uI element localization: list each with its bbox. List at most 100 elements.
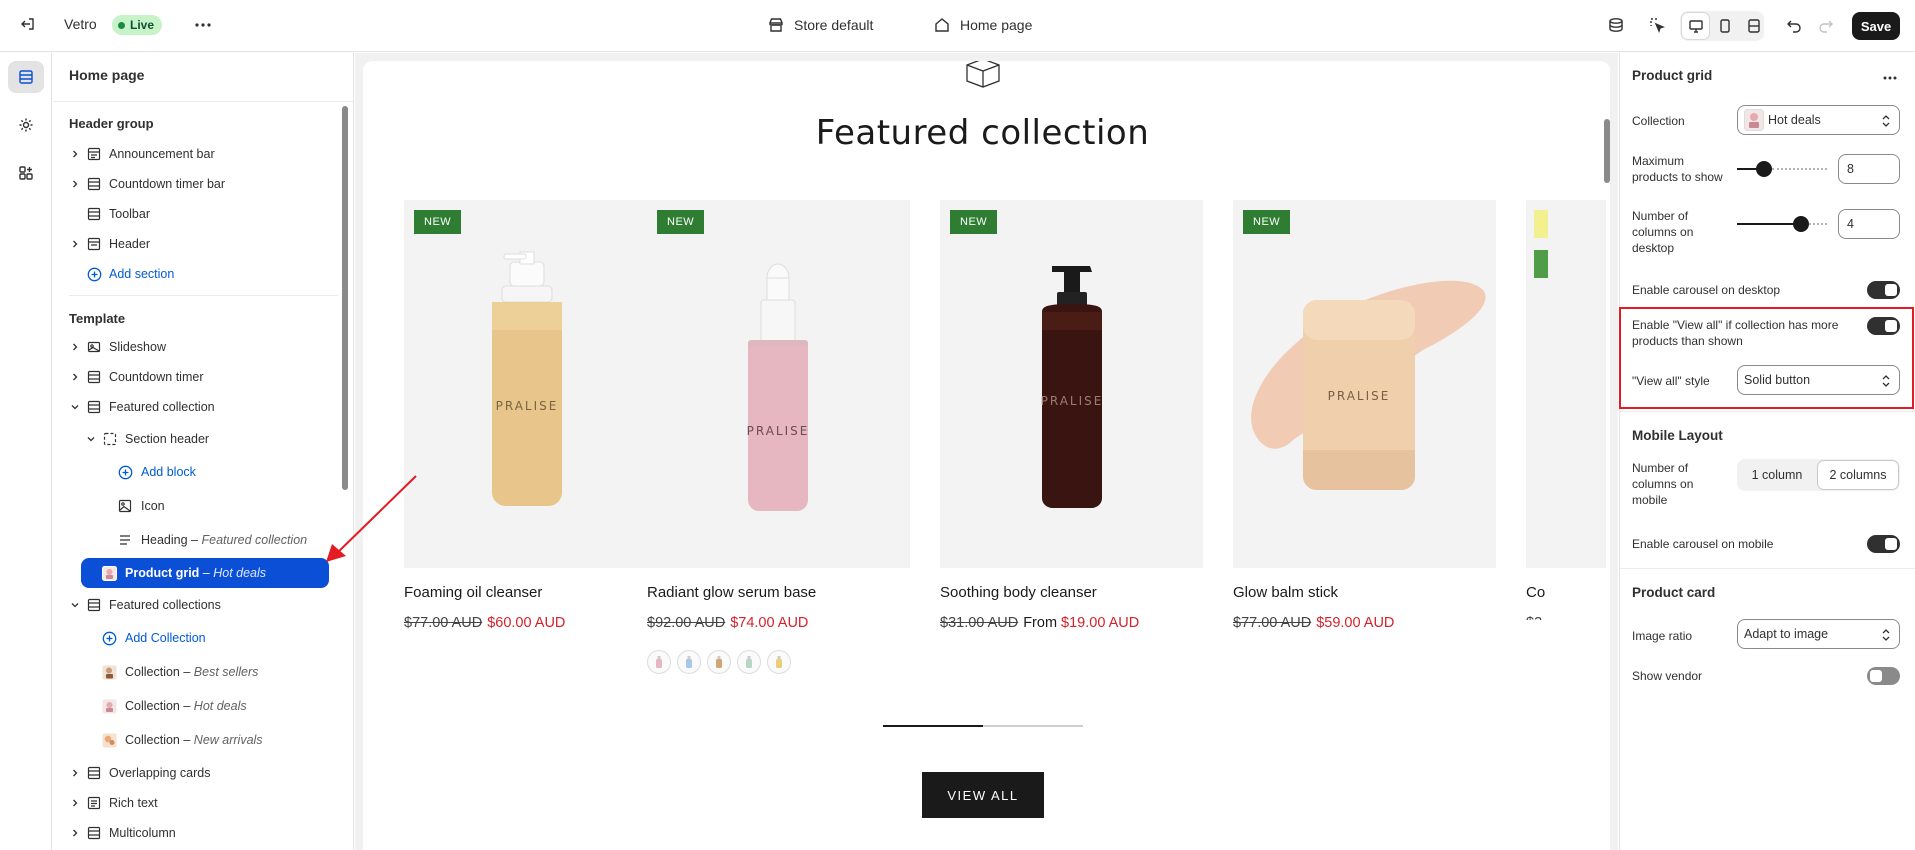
product-price: $77.00 AUD $60.00 AUD: [404, 615, 565, 631]
columns-mobile-option-1[interactable]: 1 column: [1739, 461, 1815, 489]
chevron-right-icon[interactable]: [69, 238, 81, 250]
inspector-cursor-icon[interactable]: [1646, 14, 1668, 36]
sidebar-item-collection-hot-deals[interactable]: Collection – Hot deals: [53, 693, 343, 719]
chevron-down-icon[interactable]: [69, 401, 81, 413]
exit-icon[interactable]: [18, 14, 38, 34]
store-icon: [769, 18, 783, 32]
mobile-icon[interactable]: [1715, 16, 1735, 36]
sidebar-item-multicolumn[interactable]: Multicolumn: [53, 820, 343, 846]
sidebar-item-featured-collection[interactable]: Featured collection: [53, 394, 343, 420]
live-status-badge: Live: [112, 15, 163, 35]
columns-desktop-input[interactable]: 4: [1838, 209, 1900, 239]
columns-mobile-option-2[interactable]: 2 columns: [1818, 461, 1898, 489]
section-icon: [86, 369, 102, 385]
view-all-button[interactable]: VIEW ALL: [922, 772, 1044, 818]
chevron-right-icon[interactable]: [69, 371, 81, 383]
swatch-thumbnail[interactable]: [677, 650, 701, 674]
sidebar-item-toolbar[interactable]: Toolbar: [53, 201, 343, 227]
product-name[interactable]: Soothing body cleanser: [940, 584, 1097, 601]
swatch-thumbnail[interactable]: [767, 650, 791, 674]
sidebar-item-overlapping-cards[interactable]: Overlapping cards: [53, 760, 343, 786]
carousel-progress[interactable]: [883, 725, 1083, 727]
theme-selector[interactable]: Store default: [768, 14, 873, 36]
swatch-thumbnail[interactable]: [737, 650, 761, 674]
product-name[interactable]: Co: [1526, 584, 1545, 601]
sidebar-item-collection-new-arrivals[interactable]: Collection – New arrivals: [53, 727, 343, 753]
chevron-right-icon[interactable]: [69, 827, 81, 839]
desktop-icon[interactable]: [1686, 16, 1706, 36]
sidebar-item-announcement-bar[interactable]: Announcement bar: [53, 141, 343, 167]
chevron-right-icon[interactable]: [69, 178, 81, 190]
product-image[interactable]: PRALISE NEW: [647, 200, 910, 568]
show-vendor-toggle[interactable]: [1867, 667, 1900, 685]
swatch-thumbnail[interactable]: [647, 650, 671, 674]
image-fragment: [1534, 210, 1548, 238]
product-name[interactable]: Radiant glow serum base: [647, 584, 816, 601]
sidebar-item-featured-collections[interactable]: Featured collections: [53, 592, 343, 618]
preview-scrollbar[interactable]: [1604, 119, 1610, 183]
product-image[interactable]: PRALISE NEW: [404, 200, 667, 568]
product-image[interactable]: [1526, 200, 1606, 568]
carousel-mobile-toggle[interactable]: [1867, 535, 1900, 553]
database-icon[interactable]: [1605, 14, 1627, 36]
chevron-right-icon[interactable]: [69, 148, 81, 160]
chevron-right-icon[interactable]: [69, 767, 81, 779]
sidebar-item-label: Slideshow: [109, 340, 166, 354]
swatch-thumbnail[interactable]: [707, 650, 731, 674]
more-icon[interactable]: [192, 14, 214, 36]
carousel-desktop-toggle[interactable]: [1867, 281, 1900, 299]
sidebar-item-heading-block[interactable]: Heading – Featured collection: [53, 527, 343, 553]
slider-thumb[interactable]: [1793, 216, 1809, 232]
view-all-toggle[interactable]: [1867, 317, 1900, 335]
sidebar-scrollbar[interactable]: [342, 106, 348, 490]
product-name[interactable]: Foaming oil cleanser: [404, 584, 542, 601]
divider: [1620, 411, 1915, 412]
sidebar-item-label: Multicolumn: [109, 826, 176, 840]
sidebar-item-label: Featured collection: [109, 400, 215, 414]
sidebar-item-countdown-timer-bar[interactable]: Countdown timer bar: [53, 171, 343, 197]
sidebar-item-label: Collection – Best sellers: [125, 665, 258, 679]
sale-price: $60.00 AUD: [487, 615, 566, 631]
more-icon[interactable]: [1879, 67, 1901, 89]
sections-button[interactable]: [8, 61, 44, 93]
product-card-partial[interactable]: Co $3: [1526, 200, 1606, 620]
chevron-right-icon[interactable]: [69, 797, 81, 809]
sidebar-item-collection-best-sellers[interactable]: Collection – Best sellers: [53, 659, 343, 685]
undo-icon[interactable]: [1783, 15, 1805, 37]
product-name[interactable]: Glow balm stick: [1233, 584, 1338, 601]
sidebar-item-product-grid-selected[interactable]: Product grid – Hot deals: [81, 558, 329, 588]
chevron-down-icon[interactable]: [69, 599, 81, 611]
apps-button[interactable]: [8, 157, 44, 189]
max-products-input[interactable]: 8: [1838, 154, 1900, 184]
slider-thumb[interactable]: [1756, 161, 1772, 177]
sidebar-item-countdown-timer[interactable]: Countdown timer: [53, 364, 343, 390]
collection-select[interactable]: Hot deals: [1737, 105, 1900, 135]
max-products-slider[interactable]: [1737, 161, 1827, 177]
sidebar-item-slideshow[interactable]: Slideshow: [53, 334, 343, 360]
add-section-button[interactable]: Add section: [53, 261, 343, 287]
chevron-down-icon[interactable]: [85, 433, 97, 445]
sidebar-item-label: Overlapping cards: [109, 766, 211, 780]
product-image[interactable]: PRALISE NEW: [1233, 200, 1496, 568]
columns-desktop-slider[interactable]: [1737, 216, 1827, 232]
slider-track: [1737, 223, 1801, 225]
sidebar-item-rich-text[interactable]: Rich text: [53, 790, 343, 816]
add-block-button[interactable]: Add block: [53, 459, 343, 485]
view-all-style-select[interactable]: Solid button: [1737, 365, 1900, 395]
theme-settings-button[interactable]: [8, 109, 44, 141]
sidebar-item-icon-block[interactable]: Icon: [53, 493, 343, 519]
fullscreen-icon[interactable]: [1744, 16, 1764, 36]
image-ratio-select[interactable]: Adapt to image: [1737, 619, 1900, 649]
product-price: $31.00 AUD From $19.00 AUD: [940, 615, 1139, 631]
page-selector[interactable]: Home page: [934, 14, 1032, 36]
image-ratio-value: Adapt to image: [1744, 627, 1829, 641]
carousel-desktop-label: Enable carousel on desktop: [1632, 283, 1781, 297]
sidebar-item-section-header[interactable]: Section header: [53, 426, 343, 452]
redo-icon[interactable]: [1815, 15, 1837, 37]
plus-circle-icon: [86, 266, 102, 282]
product-image[interactable]: PRALISE NEW: [940, 200, 1203, 568]
sidebar-item-header[interactable]: Header: [53, 231, 343, 257]
chevron-right-icon[interactable]: [69, 341, 81, 353]
add-collection-button[interactable]: Add Collection: [53, 625, 343, 651]
save-button[interactable]: Save: [1852, 12, 1900, 40]
